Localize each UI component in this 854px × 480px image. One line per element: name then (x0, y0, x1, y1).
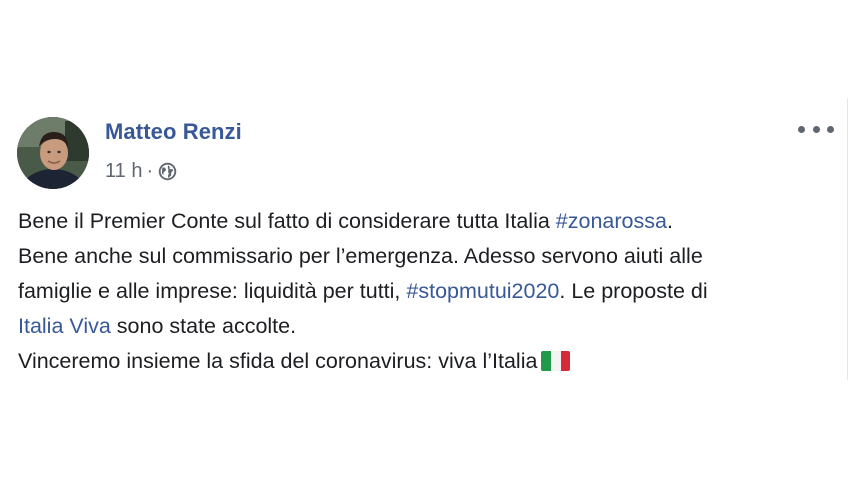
more-options-icon[interactable] (798, 118, 834, 140)
text-segment: Bene il Premier Conte sul fatto di consi… (18, 209, 556, 233)
text-segment: . Le proposte di (559, 279, 708, 303)
hashtag-stopmutui2020[interactable]: #stopmutui2020 (406, 279, 559, 303)
text-line: Italia Viva sono state accolte. (18, 309, 840, 344)
text-line: Vinceremo insieme la sfida del coronavir… (18, 344, 840, 379)
meta-separator: · (146, 159, 154, 182)
italia-viva-link[interactable]: Italia Viva (18, 314, 111, 338)
avatar[interactable] (17, 117, 89, 189)
hashtag-zonarossa[interactable]: #zonarossa (556, 209, 667, 233)
post-text: Bene il Premier Conte sul fatto di consi… (18, 204, 840, 379)
text-segment: famiglie e alle imprese: liquidità per t… (18, 279, 407, 303)
author-name[interactable]: Matteo Renzi (105, 119, 242, 145)
italy-flag-emoji (541, 351, 571, 371)
text-line: Bene il Premier Conte sul fatto di consi… (18, 204, 840, 239)
more-dot (827, 125, 834, 133)
text-line: Bene anche sul commissario per l’emergen… (18, 244, 703, 268)
text-segment: Vinceremo insieme la sfida del coronavir… (18, 349, 538, 373)
globe-icon[interactable] (158, 162, 177, 181)
text-segment: . (666, 209, 673, 233)
post-meta: 11 h · (105, 158, 177, 184)
divider (847, 98, 848, 380)
more-dot (798, 125, 805, 133)
more-dot (812, 125, 820, 133)
timestamp[interactable]: 11 h (105, 160, 142, 183)
facebook-post: Matteo Renzi 11 h · Bene il Premier Cont… (0, 0, 854, 480)
profile-photo (17, 117, 89, 189)
text-line: famiglie e alle imprese: liquidità per t… (18, 274, 840, 309)
text-segment: sono state accolte. (110, 314, 297, 338)
